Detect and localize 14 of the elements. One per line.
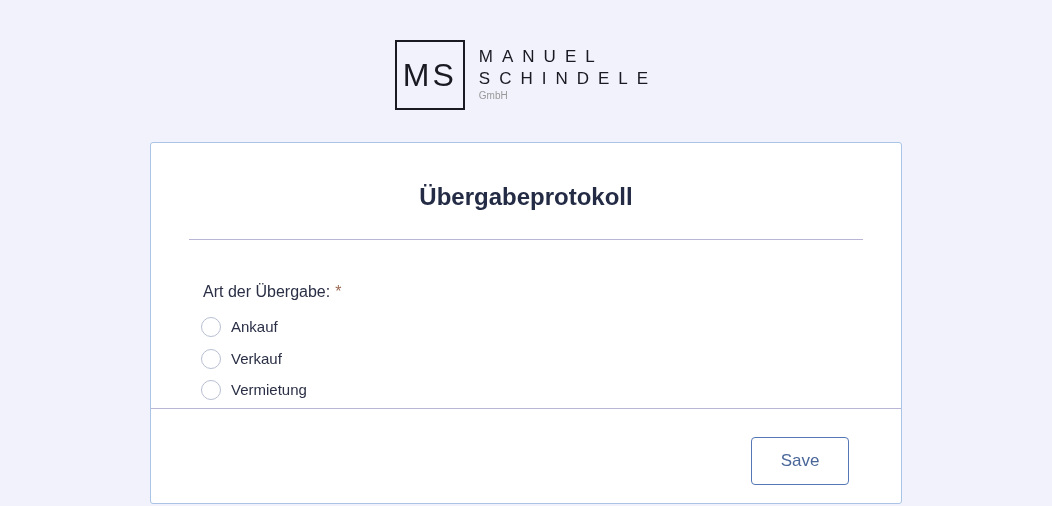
radio-button[interactable] xyxy=(201,380,221,401)
option-label: Ankauf xyxy=(231,317,278,337)
option-label: Vermietung xyxy=(231,380,307,400)
required-mark: * xyxy=(335,282,342,302)
form-title: Übergabeprotokoll xyxy=(418,182,634,212)
radio-button[interactable] xyxy=(201,348,221,369)
option-label: Verkauf xyxy=(231,348,282,369)
save-button[interactable]: Save xyxy=(751,437,849,485)
radio-button[interactable] xyxy=(201,317,221,338)
logo-text: MANUEL xyxy=(478,46,605,68)
logo-subtext: GmbH xyxy=(478,90,509,102)
logo-monogram: MS xyxy=(394,40,465,110)
field-label: Art der Übergabe: xyxy=(203,282,331,302)
logo-text: SCHINDELE xyxy=(478,68,658,90)
